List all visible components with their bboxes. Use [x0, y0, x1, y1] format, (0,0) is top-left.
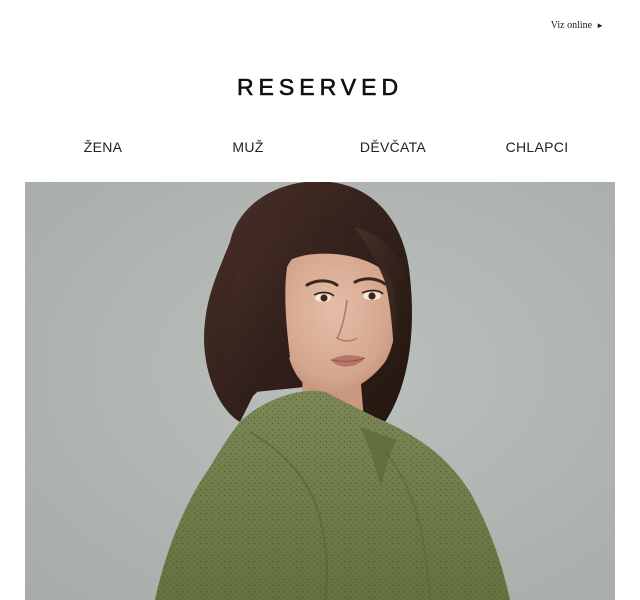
- brand-logo[interactable]: RESERVED: [0, 74, 640, 101]
- category-nav: ŽENA MUŽ DĚVČATA CHLAPCI: [0, 139, 640, 161]
- nav-item-muz[interactable]: MUŽ: [232, 139, 263, 155]
- play-arrow-icon: ►: [596, 21, 604, 30]
- hero-image[interactable]: [25, 182, 615, 600]
- nav-item-devcata[interactable]: DĚVČATA: [360, 139, 426, 155]
- nav-item-chlapci[interactable]: CHLAPCI: [506, 139, 569, 155]
- model-portrait-illustration: [25, 182, 615, 600]
- nav-item-zena[interactable]: ŽENA: [84, 139, 123, 155]
- view-online-label: Viz online: [550, 20, 593, 31]
- view-online-link[interactable]: Viz online ►: [551, 20, 604, 31]
